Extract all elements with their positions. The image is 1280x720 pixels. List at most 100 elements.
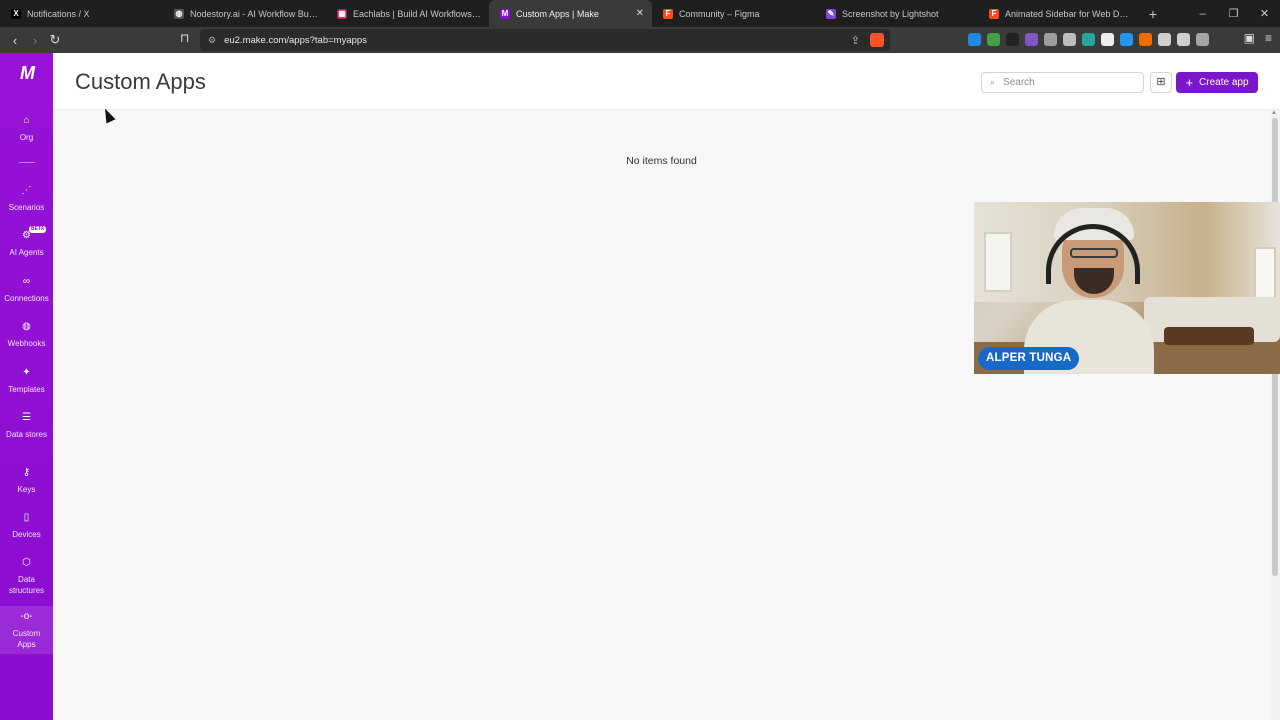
extension-icon[interactable]	[968, 33, 981, 46]
extension-icon[interactable]	[1082, 33, 1095, 46]
eachlabs-icon: ▦	[337, 8, 347, 19]
sidebar-item-label: AI Agents	[9, 248, 44, 257]
window-controls: – ❐ ✕	[1187, 0, 1280, 27]
sidebar-item-label: Devices	[12, 530, 41, 539]
webcam-window	[984, 232, 1012, 292]
search-icon: ⌕	[990, 77, 996, 87]
cube-icon: ⬡	[22, 557, 31, 568]
browser-toolbar: ‹ › ↻ ⊓ ⚙ eu2.make.com/apps?tab=myapps ⇪…	[0, 27, 1280, 53]
globe-icon: ◍	[22, 321, 31, 332]
extension-icon[interactable]	[1139, 33, 1152, 46]
presenter-name-tag: ALPER TUNGA	[978, 347, 1080, 370]
share-icon[interactable]: ⇪	[851, 34, 860, 47]
sidebar-item-custom-apps[interactable]: -o- Custom Apps	[0, 606, 53, 654]
sidebar-item-templates[interactable]: ✦ Templates	[0, 366, 53, 396]
minimize-button[interactable]: –	[1187, 8, 1218, 20]
globe-icon: ◍	[174, 8, 184, 19]
extension-icon[interactable]	[1196, 33, 1209, 46]
browser-tab[interactable]: F Community – Figma	[652, 0, 815, 27]
plus-icon: +	[1185, 75, 1194, 90]
browser-tab[interactable]: ◍ Nodestory.ai - AI Workflow Builder	[163, 0, 326, 27]
page-title: Custom Apps	[75, 69, 206, 94]
database-icon: ☰	[22, 412, 31, 423]
browser-tab[interactable]: ✎ Screenshot by Lightshot	[815, 0, 978, 27]
bookmark-icon[interactable]: ⊓	[180, 31, 189, 45]
search-input[interactable]	[1003, 77, 1124, 88]
browser-tab-active[interactable]: M Custom Apps | Make ✕	[489, 0, 652, 27]
sidebar-item-label: Keys	[17, 485, 36, 494]
figma-icon: F	[989, 8, 999, 19]
sidebar-item-keys[interactable]: ⚷ Keys	[0, 466, 53, 496]
browser-tab[interactable]: F Animated Sidebar for Web Dashboa	[978, 0, 1141, 27]
sidebar-item-label: Scenarios	[8, 203, 45, 212]
search-box[interactable]: ⌕	[981, 72, 1144, 93]
scroll-up-arrow-icon[interactable]: ▲	[1271, 110, 1277, 116]
documentation-button[interactable]: ⊞	[1150, 72, 1172, 93]
sidebar-item-label: Templates	[8, 385, 45, 394]
forward-arrow-icon[interactable]: ›	[25, 33, 45, 48]
extension-icon[interactable]	[1044, 33, 1057, 46]
brave-shield-icon[interactable]	[870, 33, 884, 47]
extension-icon[interactable]	[1006, 33, 1019, 46]
sidebar-item-devices[interactable]: ▯ Devices	[0, 511, 53, 541]
x-logo-icon: X	[11, 8, 21, 19]
sidebar-item-label: Webhooks	[7, 339, 46, 348]
back-arrow-icon[interactable]: ‹	[5, 33, 25, 48]
new-tab-button[interactable]: +	[1141, 6, 1165, 22]
extension-icon[interactable]	[1101, 33, 1114, 46]
sidebar-item-ai-agents[interactable]: ⚙ BETA AI Agents	[0, 226, 53, 259]
sidebar-item-label: Custom Apps	[12, 629, 41, 649]
tab-title: Animated Sidebar for Web Dashboa	[1005, 8, 1133, 19]
browser-tab-bar: X Notifications / X ◍ Nodestory.ai - AI …	[0, 0, 1280, 27]
sidebar-item-label: Connections	[4, 294, 49, 303]
tab-title: Notifications / X	[27, 8, 90, 19]
extension-icon[interactable]	[1025, 33, 1038, 46]
close-window-button[interactable]: ✕	[1249, 7, 1280, 20]
sidebar-item-scenarios[interactable]: ⋰ Scenarios	[0, 184, 53, 214]
site-info-icon[interactable]: ⚙	[208, 35, 216, 46]
book-icon: ⊞	[1156, 76, 1166, 88]
restore-button[interactable]: ❐	[1218, 7, 1249, 20]
create-app-button[interactable]: + Create app	[1176, 72, 1258, 93]
page-header: Custom Apps ⌕ ⊞ + Create app	[53, 53, 1280, 110]
custom-apps-icon: -o-	[20, 611, 33, 622]
extension-icon[interactable]	[1158, 33, 1171, 46]
toolbar-right: ▣ ≡	[1244, 31, 1272, 45]
tab-title: Custom Apps | Make	[516, 8, 599, 19]
lightshot-icon: ✎	[826, 8, 836, 19]
tab-title: Nodestory.ai - AI Workflow Builder	[190, 8, 318, 19]
sidebar: M ⌂ Org ⋰ Scenarios ⚙ BETA AI Agents ∞ C…	[0, 53, 53, 720]
close-tab-icon[interactable]: ✕	[636, 8, 644, 19]
make-icon: M	[500, 8, 510, 19]
key-icon: ⚷	[22, 467, 31, 478]
share-nodes-icon: ⋰	[21, 185, 32, 196]
extension-icon[interactable]	[1063, 33, 1076, 46]
browser-tab[interactable]: X Notifications / X	[0, 0, 163, 27]
menu-icon[interactable]: ≡	[1265, 31, 1272, 45]
extension-icon[interactable]	[987, 33, 1000, 46]
address-bar[interactable]: ⚙ eu2.make.com/apps?tab=myapps ⇪	[200, 29, 890, 51]
puzzle-icon: ✦	[22, 367, 31, 378]
sidebar-item-data-stores[interactable]: ☰ Data stores	[0, 411, 53, 441]
mobile-icon: ▯	[23, 512, 30, 523]
make-logo-icon[interactable]: M	[0, 63, 53, 84]
extension-icon[interactable]	[1120, 33, 1133, 46]
sidebar-item-connections[interactable]: ∞ Connections	[0, 275, 53, 305]
sidebar-item-label: Org	[19, 133, 34, 142]
figma-icon: F	[663, 8, 673, 19]
sidebar-item-webhooks[interactable]: ◍ Webhooks	[0, 320, 53, 350]
sidebar-toggle-icon[interactable]: ▣	[1244, 31, 1255, 45]
sidebar-item-data-structures[interactable]: ⬡ Data structures	[0, 556, 53, 596]
tab-title: Community – Figma	[679, 8, 760, 19]
browser-tab[interactable]: ▦ Eachlabs | Build AI Workflows in seco	[326, 0, 489, 27]
link-icon: ∞	[22, 276, 31, 287]
puzzle-icon[interactable]	[1177, 33, 1190, 46]
tab-title: Screenshot by Lightshot	[842, 8, 939, 19]
beta-badge: BETA	[29, 226, 47, 233]
sidebar-item-org[interactable]: ⌂ Org	[0, 114, 53, 144]
make-app: M ⌂ Org ⋰ Scenarios ⚙ BETA AI Agents ∞ C…	[0, 53, 1280, 720]
reload-icon[interactable]: ↻	[45, 32, 65, 48]
create-app-label: Create app	[1199, 77, 1249, 88]
sidebar-item-label: Data stores	[6, 430, 47, 439]
url-text[interactable]: eu2.make.com/apps?tab=myapps	[224, 35, 367, 46]
